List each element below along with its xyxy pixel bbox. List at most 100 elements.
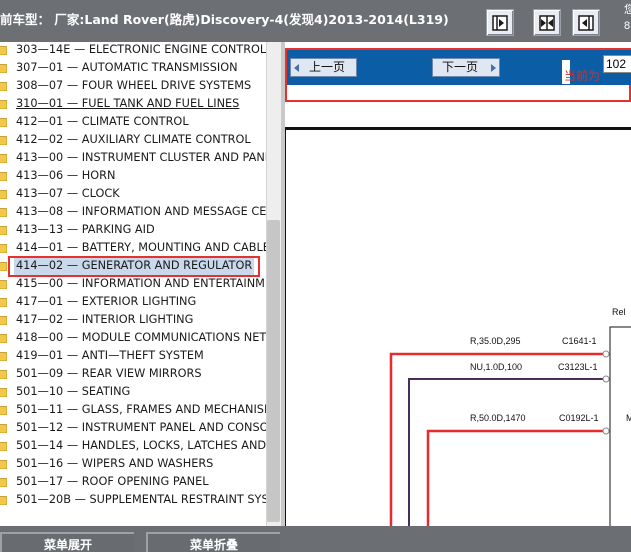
tree-item[interactable]: 310—01 — FUEL TANK AND FUEL LINES bbox=[0, 95, 266, 113]
folder-icon bbox=[0, 370, 7, 379]
tree-item-label: 412—01 — CLIMATE CONTROL bbox=[16, 115, 189, 128]
tree-item[interactable]: 307—01 — AUTOMATIC TRANSMISSION bbox=[0, 59, 266, 77]
tree-item-label: 501—14 — HANDLES, LOCKS, LATCHES AND ENT… bbox=[16, 439, 266, 452]
folder-icon bbox=[0, 460, 7, 469]
tree-item[interactable]: 501—12 — INSTRUMENT PANEL AND CONSOLE bbox=[0, 419, 266, 437]
folder-icon bbox=[0, 496, 7, 505]
folder-icon bbox=[0, 316, 7, 325]
tree-item-label: 310—01 — FUEL TANK AND FUEL LINES bbox=[16, 97, 240, 110]
vehicle-title: 前车型： 厂家:Land Rover(路虎)Discovery-4(发现4)20… bbox=[0, 12, 449, 27]
wiring-diagram: Rel M R,35.0D,295 C1641-1 NU,1.0D,100 C3… bbox=[389, 307, 631, 526]
folder-icon bbox=[0, 352, 7, 361]
folder-icon bbox=[0, 64, 7, 73]
tree-item-label: 414—01 — BATTERY, MOUNTING AND CABLES bbox=[16, 241, 266, 254]
tree-item[interactable]: 501—09 — REAR VIEW MIRRORS bbox=[0, 365, 266, 383]
tree-item-label: 413—08 — INFORMATION AND MESSAGE CENTER bbox=[16, 205, 266, 218]
folder-icon bbox=[0, 280, 7, 289]
folder-icon bbox=[0, 478, 7, 487]
tree-item-label: 501—20B — SUPPLEMENTAL RESTRAINT SYSTEM bbox=[16, 493, 266, 506]
selection-highlight bbox=[8, 256, 260, 277]
diagram-panel: 上一页 下一页 当前为 Rel M R,35.0D,295 C1641-1 NU… bbox=[285, 42, 631, 526]
tree-item[interactable]: 413—00 — INSTRUMENT CLUSTER AND PANEL bbox=[0, 149, 266, 167]
folder-icon bbox=[0, 118, 7, 127]
tree-item-label: 308—07 — FOUR WHEEL DRIVE SYSTEMS bbox=[16, 79, 252, 92]
tree-item[interactable]: 501—11 — GLASS, FRAMES AND MECHANISMS bbox=[0, 401, 266, 419]
expand-menu-button[interactable]: 菜单展开 bbox=[0, 532, 134, 552]
folder-icon bbox=[0, 424, 7, 433]
tree-item-label: 501—11 — GLASS, FRAMES AND MECHANISMS bbox=[16, 403, 266, 416]
page-number-input[interactable] bbox=[603, 55, 631, 73]
page-forward-icon bbox=[492, 15, 508, 31]
folder-icon bbox=[0, 406, 7, 415]
next-page-button[interactable]: 下一页 bbox=[432, 58, 500, 77]
wire-2-spec: NU,1.0D,100 bbox=[470, 362, 522, 372]
tree-item[interactable]: 413—08 — INFORMATION AND MESSAGE CENTER bbox=[0, 203, 266, 221]
folder-icon bbox=[0, 190, 7, 199]
folder-icon bbox=[0, 334, 7, 343]
tree-item[interactable]: 413—13 — PARKING AID bbox=[0, 221, 266, 239]
tree-item[interactable]: 414—01 — BATTERY, MOUNTING AND CABLES bbox=[0, 239, 266, 257]
page-back-icon bbox=[578, 15, 594, 31]
tree-item-label: 501—17 — ROOF OPENING PANEL bbox=[16, 475, 209, 488]
current-page-box: 当前为 bbox=[562, 60, 600, 84]
tree-item[interactable]: 412—02 — AUXILIARY CLIMATE CONTROL bbox=[0, 131, 266, 149]
tree-item-label: 412—02 — AUXILIARY CLIMATE CONTROL bbox=[16, 133, 251, 146]
folder-icon bbox=[0, 154, 7, 163]
app-header: 前车型： 厂家:Land Rover(路虎)Discovery-4(发现4)20… bbox=[0, 0, 631, 42]
tree-item[interactable]: 413—07 — CLOCK bbox=[0, 185, 266, 203]
tree-item-label: 419—01 — ANTI—THEFT SYSTEM bbox=[16, 349, 204, 362]
folder-icon bbox=[0, 100, 7, 109]
tree-item-label: 501—09 — REAR VIEW MIRRORS bbox=[16, 367, 202, 380]
tree-item[interactable]: 501—20B — SUPPLEMENTAL RESTRAINT SYSTEM bbox=[0, 491, 266, 509]
tree-item-label: 413—07 — CLOCK bbox=[16, 187, 120, 200]
tree-item-label: 418—00 — MODULE COMMUNICATIONS NETWORK bbox=[16, 331, 266, 344]
tree-item-label: 307—01 — AUTOMATIC TRANSMISSION bbox=[16, 61, 238, 74]
split-view-icon bbox=[539, 15, 555, 31]
tree-item[interactable]: 501—17 — ROOF OPENING PANEL bbox=[0, 473, 266, 491]
pin-label: M bbox=[626, 413, 631, 423]
tree-item-label: 501—10 — SEATING bbox=[16, 385, 131, 398]
tree-item[interactable]: 418—00 — MODULE COMMUNICATIONS NETWORK bbox=[0, 329, 266, 347]
split-view-button[interactable] bbox=[533, 9, 561, 36]
collapse-menu-button[interactable]: 菜单折叠 bbox=[146, 532, 280, 552]
wire-1-spec: R,35.0D,295 bbox=[470, 336, 521, 346]
tree-item[interactable]: 501—10 — SEATING bbox=[0, 383, 266, 401]
tree-item[interactable]: 501—14 — HANDLES, LOCKS, LATCHES AND ENT… bbox=[0, 437, 266, 455]
tree-item[interactable]: 413—06 — HORN bbox=[0, 167, 266, 185]
folder-icon bbox=[0, 208, 7, 217]
header-note: 您8 bbox=[624, 4, 631, 32]
folder-icon bbox=[0, 244, 7, 253]
tree-scrollbar-thumb[interactable] bbox=[267, 220, 280, 522]
next-page-label: 下一页 bbox=[442, 60, 479, 74]
wire-3-spec: R,50.0D,1470 bbox=[470, 413, 526, 423]
tree-item[interactable]: 417—02 — INTERIOR LIGHTING bbox=[0, 311, 266, 329]
wire-3-connector: C0192L-1 bbox=[559, 413, 599, 423]
wire-1-connector: C1641-1 bbox=[562, 336, 597, 346]
arrow-left-icon bbox=[294, 64, 299, 72]
tree-item[interactable]: 308—07 — FOUR WHEEL DRIVE SYSTEMS bbox=[0, 77, 266, 95]
tree-item[interactable]: 419—01 — ANTI—THEFT SYSTEM bbox=[0, 347, 266, 365]
page-back-button[interactable] bbox=[572, 9, 600, 36]
tree-item-label: 501—12 — INSTRUMENT PANEL AND CONSOLE bbox=[16, 421, 266, 434]
arrow-right-icon bbox=[491, 64, 496, 72]
tree-item[interactable]: 501—16 — WIPERS AND WASHERS bbox=[0, 455, 266, 473]
wire-2-connector: C3123L-1 bbox=[558, 362, 598, 372]
folder-icon bbox=[0, 82, 7, 91]
tree-item[interactable]: 412—01 — CLIMATE CONTROL bbox=[0, 113, 266, 131]
folder-icon bbox=[0, 172, 7, 181]
tree-item[interactable]: 415—00 — INFORMATION AND ENTERTAINMENT bbox=[0, 275, 266, 293]
folder-icon bbox=[0, 388, 7, 397]
folder-icon bbox=[0, 136, 7, 145]
tree-item[interactable]: 417—01 — EXTERIOR LIGHTING bbox=[0, 293, 266, 311]
tree-item-label: 303—14E — ELECTRONIC ENGINE CONTROLS bbox=[16, 43, 266, 56]
tree-item[interactable]: 303—14E — ELECTRONIC ENGINE CONTROLS bbox=[0, 42, 266, 59]
wire-1-terminal bbox=[602, 350, 610, 358]
current-page-label: 当前为 bbox=[564, 69, 601, 83]
prev-page-label: 上一页 bbox=[309, 60, 346, 74]
page-forward-button[interactable] bbox=[486, 9, 514, 36]
relay-box-label: Rel bbox=[612, 307, 626, 317]
prev-page-button[interactable]: 上一页 bbox=[290, 58, 357, 77]
tree-item-label: 417—02 — INTERIOR LIGHTING bbox=[16, 313, 194, 326]
page-navigation-bar: 上一页 下一页 当前为 bbox=[287, 50, 631, 85]
relay-box bbox=[609, 326, 631, 526]
